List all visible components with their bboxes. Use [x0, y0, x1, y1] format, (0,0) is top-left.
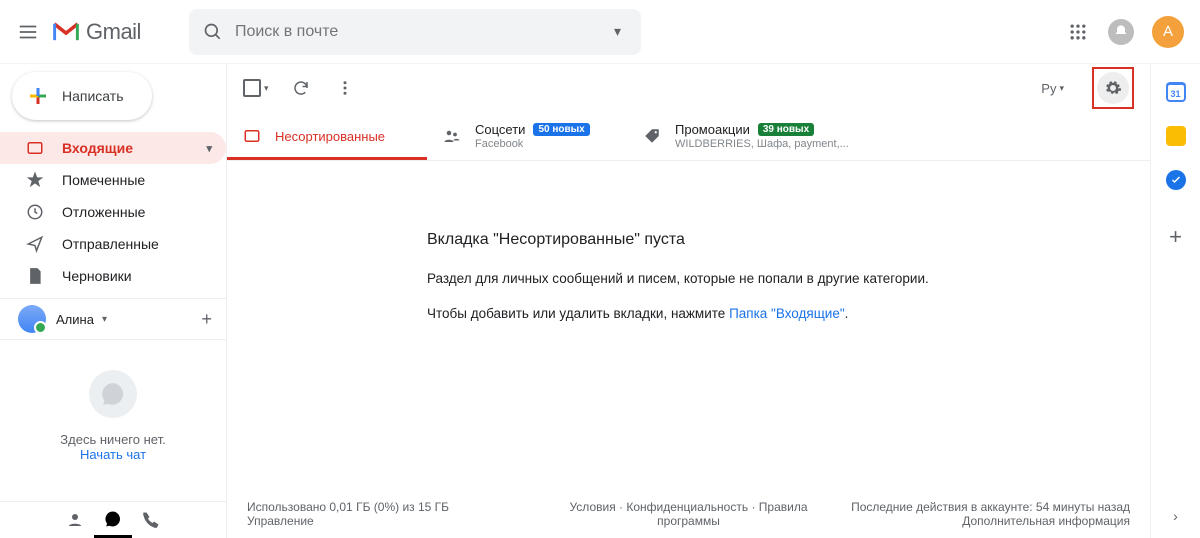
gear-icon: [1104, 79, 1122, 97]
contacts-tab-icon[interactable]: [56, 502, 94, 538]
tasks-addon-icon[interactable]: [1166, 170, 1186, 190]
sidebar-item-label: Отложенные: [62, 204, 145, 220]
sidebar-item-label: Отправленные: [62, 236, 159, 252]
input-language-button[interactable]: Ру▾: [1041, 81, 1064, 96]
tab-promotions[interactable]: Промоакции 39 новых WILDBERRIES, Шафа, pa…: [627, 112, 865, 160]
refresh-icon[interactable]: [289, 76, 313, 100]
hangouts-footer: [0, 501, 226, 538]
hangouts-avatar: [18, 305, 46, 333]
details-link[interactable]: Дополнительная информация: [962, 514, 1130, 528]
tab-badge: 39 новых: [758, 123, 814, 136]
logo-text: Gmail: [86, 19, 141, 45]
select-all-checkbox[interactable]: ▾: [243, 79, 269, 97]
draft-icon: [26, 267, 44, 285]
phone-tab-icon[interactable]: [132, 502, 170, 538]
start-chat-link[interactable]: Начать чат: [80, 447, 146, 462]
settings-button[interactable]: [1097, 72, 1129, 104]
primary-icon: [243, 127, 261, 145]
empty-hint: Чтобы добавить или удалить вкладки, нажм…: [427, 306, 1110, 321]
search-icon: [203, 22, 223, 42]
tab-social[interactable]: Соцсети 50 новых Facebook: [427, 112, 627, 160]
star-icon: [26, 171, 44, 189]
chevron-down-icon[interactable]: ▾: [102, 314, 107, 325]
sidebar-item-sent[interactable]: Отправленные: [0, 228, 226, 260]
keep-addon-icon[interactable]: [1166, 126, 1186, 146]
tab-label: Промоакции: [675, 122, 750, 137]
main-area: ▾ Ру▾: [226, 64, 1150, 538]
sidebar-item-snoozed[interactable]: Отложенные: [0, 196, 226, 228]
tab-badge: 50 новых: [533, 123, 589, 136]
new-chat-icon[interactable]: +: [201, 309, 212, 330]
last-activity-text: Последние действия в аккаунте: 54 минуты…: [849, 500, 1130, 514]
more-icon[interactable]: [333, 76, 357, 100]
sidebar-item-label: Входящие: [62, 140, 133, 156]
gmail-logo[interactable]: Gmail: [52, 19, 141, 45]
footer: Использовано 0,01 ГБ (0%) из 15 ГБ Управ…: [227, 489, 1150, 538]
hide-panel-icon[interactable]: ›: [1173, 508, 1178, 524]
search-dropdown-icon[interactable]: ▾: [607, 23, 627, 40]
terms-link[interactable]: Условия: [569, 500, 615, 514]
empty-description: Раздел для личных сообщений и писем, кот…: [427, 271, 1110, 286]
inbox-settings-link[interactable]: Папка "Входящие": [729, 306, 845, 321]
category-tabs: Несортированные Соцсети 50 новых Facebook…: [227, 112, 1150, 161]
tab-subtitle: Facebook: [475, 138, 590, 150]
sidebar-item-label: Помеченные: [62, 172, 145, 188]
get-addons-icon[interactable]: +: [1169, 224, 1182, 250]
empty-title: Вкладка "Несортированные" пуста: [427, 231, 1110, 249]
tab-label: Несортированные: [275, 129, 385, 144]
side-panel: 31 + ›: [1150, 64, 1200, 538]
main-menu-icon[interactable]: [16, 20, 40, 44]
sidebar: Написать Входящие ▾ Помеченные Отложенны…: [0, 64, 226, 538]
header: Gmail ▾ А: [0, 0, 1200, 64]
compose-button[interactable]: Написать: [12, 72, 152, 120]
tab-primary[interactable]: Несортированные: [227, 112, 427, 160]
compose-label: Написать: [62, 88, 123, 104]
settings-highlight: [1092, 67, 1134, 109]
storage-text: Использовано 0,01 ГБ (0%) из 15 ГБ: [247, 500, 528, 514]
sidebar-item-starred[interactable]: Помеченные: [0, 164, 226, 196]
calendar-addon-icon[interactable]: 31: [1166, 82, 1186, 102]
privacy-link[interactable]: Конфиденциальность: [626, 500, 748, 514]
empty-state: Вкладка "Несортированные" пуста Раздел д…: [227, 161, 1150, 371]
sidebar-item-label: Черновики: [62, 268, 132, 284]
tab-label: Соцсети: [475, 122, 525, 137]
hangouts-user[interactable]: Алина ▾ +: [0, 298, 226, 340]
account-avatar[interactable]: А: [1152, 16, 1184, 48]
manage-storage-link[interactable]: Управление: [247, 514, 314, 528]
inbox-icon: [26, 139, 44, 157]
hangouts-username: Алина: [56, 312, 94, 327]
clock-icon: [26, 203, 44, 221]
social-icon: [443, 127, 461, 145]
sidebar-item-inbox[interactable]: Входящие ▾: [0, 132, 226, 164]
send-icon: [26, 235, 44, 253]
notifications-icon[interactable]: [1108, 19, 1134, 45]
apps-icon[interactable]: [1066, 20, 1090, 44]
sidebar-item-drafts[interactable]: Черновики: [0, 260, 226, 292]
plus-icon: [26, 84, 50, 108]
search-bar[interactable]: ▾: [189, 9, 642, 55]
toolbar: ▾ Ру▾: [227, 64, 1150, 112]
chevron-down-icon[interactable]: ▾: [206, 142, 212, 155]
hangouts-empty-text: Здесь ничего нет.: [10, 432, 216, 447]
tab-subtitle: WILDBERRIES, Шафа, payment,...: [675, 138, 849, 150]
promotions-icon: [643, 127, 661, 145]
search-input[interactable]: [235, 23, 608, 41]
hangouts-icon: [89, 370, 137, 418]
hangouts-empty: Здесь ничего нет. Начать чат: [0, 340, 226, 472]
hangouts-tab-icon[interactable]: [94, 502, 132, 538]
